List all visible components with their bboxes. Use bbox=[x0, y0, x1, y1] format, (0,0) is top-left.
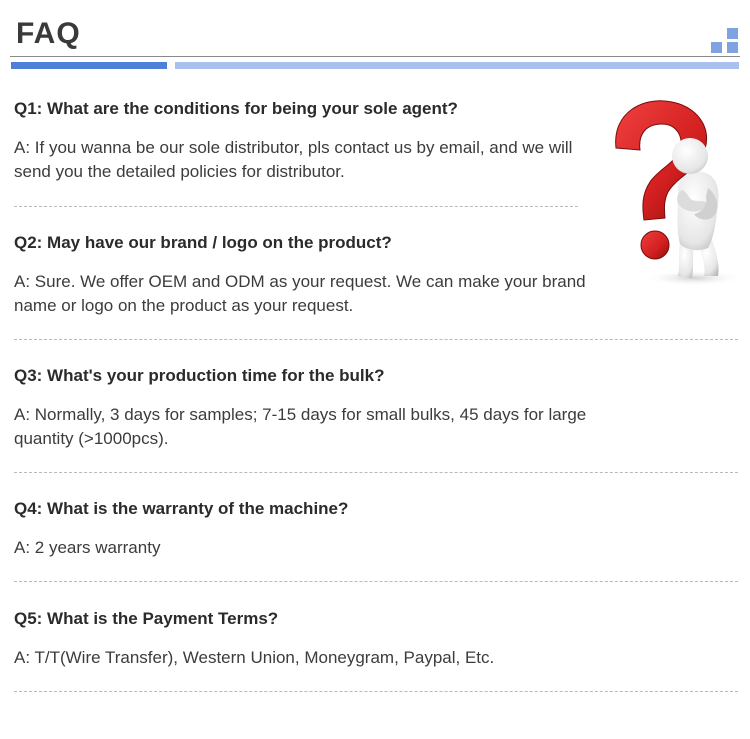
faq-answer: A: Normally, 3 days for samples; 7-15 da… bbox=[14, 405, 587, 448]
faq-item-2: Q2: May have our brand / logo on the pro… bbox=[14, 233, 629, 318]
faq-item-4: Q4: What is the warranty of the machine?… bbox=[14, 499, 714, 560]
faq-answer: A: If you wanna be our sole distributor,… bbox=[14, 138, 573, 181]
faq-question: Q1: What are the conditions for being yo… bbox=[14, 99, 458, 118]
faq-item-1: Q1: What are the conditions for being yo… bbox=[14, 99, 594, 184]
faq-question: Q5: What is the Payment Terms? bbox=[14, 609, 279, 628]
faq-answer: A: 2 years warranty bbox=[14, 538, 161, 557]
faq-answer: A: T/T(Wire Transfer), Western Union, Mo… bbox=[14, 648, 495, 667]
faq-question: Q2: May have our brand / logo on the pro… bbox=[14, 233, 392, 252]
faq-divider bbox=[14, 691, 738, 692]
faq-item-5: Q5: What is the Payment Terms? A: T/T(Wi… bbox=[14, 609, 714, 670]
decorative-squares-icon bbox=[711, 28, 739, 54]
page-header: FAQ bbox=[0, 0, 750, 75]
faq-divider bbox=[14, 206, 578, 207]
faq-item-3: Q3: What's your production time for the … bbox=[14, 366, 644, 451]
header-accent-bar-light bbox=[175, 62, 739, 69]
question-mark-figure-icon bbox=[598, 92, 746, 290]
header-accent-bar bbox=[11, 62, 167, 69]
faq-divider bbox=[14, 339, 738, 340]
header-divider bbox=[10, 56, 740, 57]
faq-divider bbox=[14, 472, 738, 473]
faq-answer: A: Sure. We offer OEM and ODM as your re… bbox=[14, 272, 586, 315]
page-title: FAQ bbox=[16, 17, 81, 50]
faq-question: Q3: What's your production time for the … bbox=[14, 366, 385, 385]
faq-question: Q4: What is the warranty of the machine? bbox=[14, 499, 349, 518]
faq-divider bbox=[14, 581, 738, 582]
